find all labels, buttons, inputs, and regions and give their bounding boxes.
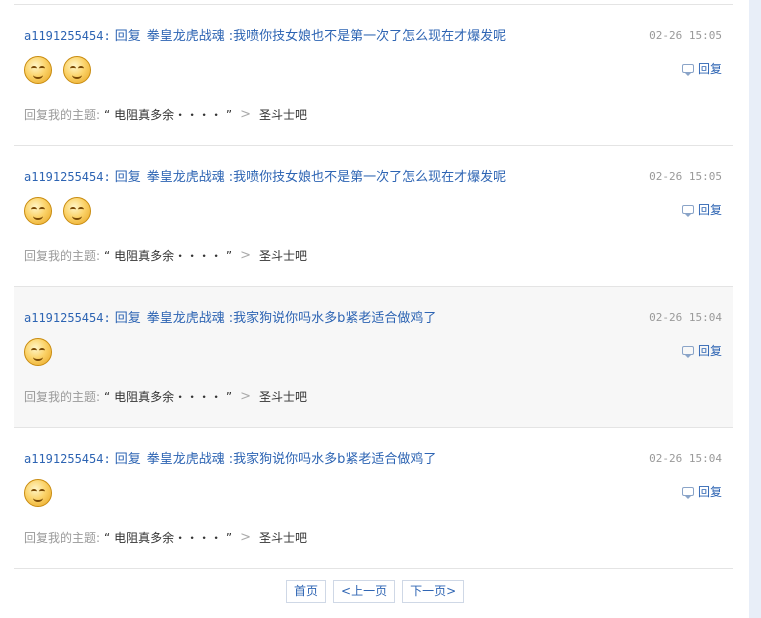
topic-title-link[interactable]: “ 电阻真多余・・・・ ” <box>104 388 232 405</box>
topic-line: 回复我的主题: “ 电阻真多余・・・・ ” > 圣斗士吧 <box>24 529 307 546</box>
chevron-right-icon: > <box>240 389 252 404</box>
topic-title-link[interactable]: “ 电阻真多余・・・・ ” <box>104 106 232 123</box>
reply-content[interactable]: :我喷你技女娘也不是第一次了怎么现在才爆发呢 <box>229 29 506 44</box>
reply-list-item: a1191255454: 回复 拳皇龙虎战魂:我家狗说你吗水多b紧老适合做鸡了 02… <box>14 428 733 569</box>
reply-timestamp: 02-26 15:05 <box>649 170 722 183</box>
reply-word: 回复 <box>114 452 141 467</box>
topic-title-link[interactable]: “ 电阻真多余・・・・ ” <box>104 247 232 264</box>
reply-button-label: 回复 <box>697 485 722 499</box>
reply-list: a1191255454: 回复 拳皇龙虎战魂:我喷你技女娘也不是第一次了怎么现在才爆… <box>14 5 733 569</box>
smiley-emoji-icon <box>24 479 52 507</box>
reply-headline: a1191255454: 回复 拳皇龙虎战魂 :我喷你技女娘也不是第一次了怎么现在才爆… <box>24 168 506 187</box>
topic-line: 回复我的主题: “ 电阻真多余・・・・ ” > 圣斗士吧 <box>24 247 307 264</box>
reply-button[interactable]: 回复 <box>681 483 722 500</box>
user-colon: : <box>103 311 111 325</box>
emoji-row <box>24 56 91 84</box>
topic-label: 回复我的主题: <box>24 249 101 263</box>
topic-line: 回复我的主题: “ 电阻真多余・・・・ ” > 圣斗士吧 <box>24 388 307 405</box>
reply-headline: a1191255454: 回复 拳皇龙虎战魂 :我家狗说你吗水多b紧老适合做鸡了 <box>24 309 436 328</box>
emoji-row <box>24 479 52 507</box>
reply-button[interactable]: 回复 <box>681 60 722 77</box>
speech-bubble-icon <box>681 487 694 499</box>
reply-word: 回复 <box>114 311 141 326</box>
reply-button-label: 回复 <box>697 203 722 217</box>
smiley-emoji-icon <box>63 197 91 225</box>
reply-timestamp: 02-26 15:04 <box>649 452 722 465</box>
reply-content[interactable]: :我家狗说你吗水多b紧老适合做鸡了 <box>229 311 437 326</box>
reply-timestamp: 02-26 15:04 <box>649 311 722 324</box>
reply-target-link[interactable]: 拳皇龙虎战魂 <box>147 29 225 44</box>
user-colon: : <box>103 170 111 184</box>
smiley-emoji-icon <box>24 338 52 366</box>
reply-timestamp: 02-26 15:05 <box>649 29 722 42</box>
user-link[interactable]: a1191255454 <box>24 29 103 43</box>
reply-content[interactable]: :我喷你技女娘也不是第一次了怎么现在才爆发呢 <box>229 170 506 185</box>
speech-bubble-icon <box>681 346 694 358</box>
pagination: 首页 <上一页 下一页> <box>286 580 465 603</box>
topic-label: 回复我的主题: <box>24 531 101 545</box>
reply-word: 回复 <box>114 29 141 44</box>
chevron-right-icon: > <box>240 530 252 545</box>
prev-page-button[interactable]: <上一页 <box>333 580 396 603</box>
topic-label: 回复我的主题: <box>24 390 101 404</box>
emoji-row <box>24 338 52 366</box>
reply-button[interactable]: 回复 <box>681 201 722 218</box>
reply-target-link[interactable]: 拳皇龙虎战魂 <box>147 170 225 185</box>
reply-button-label: 回复 <box>697 62 722 76</box>
reply-content[interactable]: :我家狗说你吗水多b紧老适合做鸡了 <box>229 452 437 467</box>
next-page-button[interactable]: 下一页> <box>402 580 465 603</box>
reply-headline: a1191255454: 回复 拳皇龙虎战魂 :我喷你技女娘也不是第一次了怎么现在才爆… <box>24 27 506 46</box>
reply-list-item: a1191255454: 回复 拳皇龙虎战魂:我喷你技女娘也不是第一次了怎么现在才爆… <box>14 146 733 287</box>
user-colon: : <box>103 452 111 466</box>
first-page-button[interactable]: 首页 <box>286 580 327 603</box>
user-colon: : <box>103 29 111 43</box>
topic-line: 回复我的主题: “ 电阻真多余・・・・ ” > 圣斗士吧 <box>24 106 307 123</box>
user-link[interactable]: a1191255454 <box>24 170 103 184</box>
forum-link[interactable]: 圣斗士吧 <box>259 106 307 123</box>
user-link[interactable]: a1191255454 <box>24 311 103 325</box>
smiley-emoji-icon <box>63 56 91 84</box>
smiley-emoji-icon <box>24 197 52 225</box>
speech-bubble-icon <box>681 64 694 76</box>
forum-link[interactable]: 圣斗士吧 <box>259 388 307 405</box>
reply-list-item: a1191255454: 回复 拳皇龙虎战魂:我喷你技女娘也不是第一次了怎么现在才爆… <box>14 5 733 146</box>
user-link[interactable]: a1191255454 <box>24 452 103 466</box>
reply-word: 回复 <box>114 170 141 185</box>
right-scroll-strip <box>749 0 761 618</box>
reply-list-item: a1191255454: 回复 拳皇龙虎战魂:我家狗说你吗水多b紧老适合做鸡了 02… <box>14 287 733 428</box>
smiley-emoji-icon <box>24 56 52 84</box>
forum-link[interactable]: 圣斗士吧 <box>259 247 307 264</box>
reply-target-link[interactable]: 拳皇龙虎战魂 <box>147 452 225 467</box>
reply-button[interactable]: 回复 <box>681 342 722 359</box>
chevron-right-icon: > <box>240 107 252 122</box>
chevron-right-icon: > <box>240 248 252 263</box>
topic-title-link[interactable]: “ 电阻真多余・・・・ ” <box>104 529 232 546</box>
topic-label: 回复我的主题: <box>24 108 101 122</box>
forum-link[interactable]: 圣斗士吧 <box>259 529 307 546</box>
reply-headline: a1191255454: 回复 拳皇龙虎战魂 :我家狗说你吗水多b紧老适合做鸡了 <box>24 450 436 469</box>
speech-bubble-icon <box>681 205 694 217</box>
reply-button-label: 回复 <box>697 344 722 358</box>
emoji-row <box>24 197 91 225</box>
reply-target-link[interactable]: 拳皇龙虎战魂 <box>147 311 225 326</box>
